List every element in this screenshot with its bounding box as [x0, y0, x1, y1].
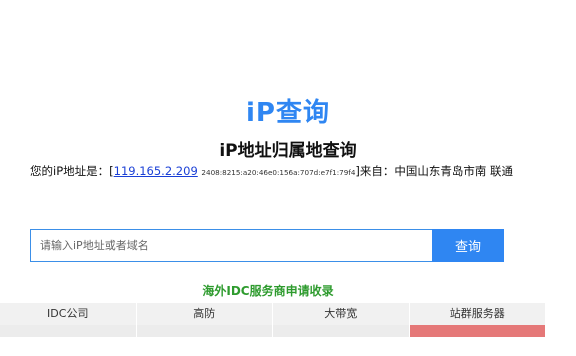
column-header-ddos: 高防 — [136, 303, 273, 325]
table-cell[interactable] — [0, 325, 137, 337]
column-header-bandwidth: 大带宽 — [273, 303, 410, 325]
ipv6-text: 2408:8215:a20:46e0:156a:707d:e7f1:79f4 — [201, 168, 356, 177]
ip-location-text: ]来自：中国山东青岛市南 联通 — [355, 164, 514, 178]
ipv4-link[interactable]: 119.165.2.209 — [114, 164, 198, 178]
column-header-idc: IDC公司 — [0, 303, 137, 325]
apply-listing-link[interactable]: 海外IDC服务商申请收录 — [0, 282, 536, 299]
table-row — [0, 325, 546, 337]
search-input[interactable] — [30, 229, 432, 262]
ip-prefix-text: 您的iP地址是：[ — [30, 164, 114, 178]
ip-info-line: 您的iP地址是：[119.165.2.209 2408:8215:a20:46e… — [30, 163, 570, 179]
table-cell[interactable] — [136, 325, 273, 337]
search-button[interactable]: 查询 — [432, 229, 504, 262]
idc-table: IDC公司 高防 大带宽 站群服务器 — [0, 303, 546, 337]
table-cell-highlight[interactable] — [409, 325, 546, 337]
table-header: IDC公司 高防 大带宽 站群服务器 — [0, 303, 546, 325]
table-cell[interactable] — [273, 325, 410, 337]
page-title: iP地址归属地查询 — [219, 141, 357, 161]
column-header-site-group: 站群服务器 — [409, 303, 546, 325]
site-logo[interactable]: iP查询 — [0, 92, 576, 129]
search-form: 查询 — [30, 229, 504, 262]
